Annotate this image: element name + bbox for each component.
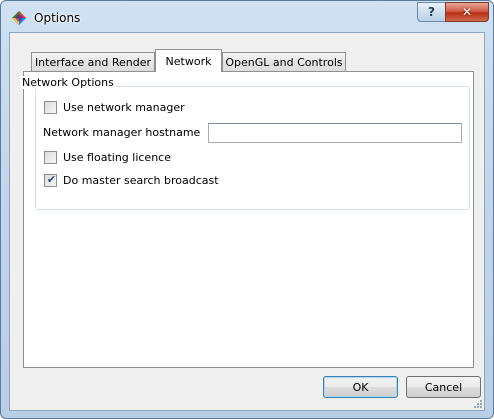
title-bar[interactable]: Options ? ✕ — [1, 1, 493, 33]
use-network-manager-label: Use network manager — [63, 101, 185, 114]
hostname-input[interactable] — [208, 123, 462, 143]
hostname-label: Network manager hostname — [43, 126, 201, 139]
options-dialog: Options ? ✕ Interface and Render Network… — [0, 0, 494, 419]
ok-button[interactable]: OK — [323, 376, 398, 398]
close-icon: ✕ — [461, 5, 473, 19]
use-floating-licence-checkbox[interactable] — [44, 151, 57, 164]
checkmark-icon: ✔ — [46, 173, 57, 186]
cancel-button-label: Cancel — [424, 380, 463, 394]
app-diamond-icon — [12, 11, 26, 25]
master-search-broadcast-option[interactable]: ✔ Do master search broadcast — [44, 173, 219, 187]
help-icon: ? — [428, 5, 435, 19]
caption-buttons: ? ✕ — [417, 2, 489, 22]
cancel-button[interactable]: Cancel — [406, 376, 481, 398]
help-button[interactable]: ? — [417, 2, 445, 22]
master-search-broadcast-checkbox[interactable]: ✔ — [44, 173, 57, 187]
ok-button-label: OK — [352, 380, 369, 394]
use-network-manager-checkbox[interactable] — [44, 101, 57, 114]
tab-label: Interface and Render — [34, 55, 152, 69]
group-title: Network Options — [20, 76, 116, 89]
use-floating-licence-option[interactable]: Use floating licence — [44, 151, 171, 164]
window-title: Options — [34, 11, 81, 25]
tab-interface-and-render[interactable]: Interface and Render — [31, 52, 155, 71]
close-button[interactable]: ✕ — [445, 2, 489, 22]
resize-grip-icon[interactable] — [472, 398, 482, 408]
tab-network[interactable]: Network — [155, 49, 222, 72]
tab-label: Network — [165, 54, 212, 68]
network-tab-panel — [23, 71, 474, 368]
use-floating-licence-label: Use floating licence — [63, 151, 171, 164]
tab-opengl-and-controls[interactable]: OpenGL and Controls — [222, 52, 346, 71]
use-network-manager-option[interactable]: Use network manager — [44, 101, 185, 114]
tab-label: OpenGL and Controls — [225, 55, 343, 69]
master-search-broadcast-label: Do master search broadcast — [63, 174, 219, 187]
